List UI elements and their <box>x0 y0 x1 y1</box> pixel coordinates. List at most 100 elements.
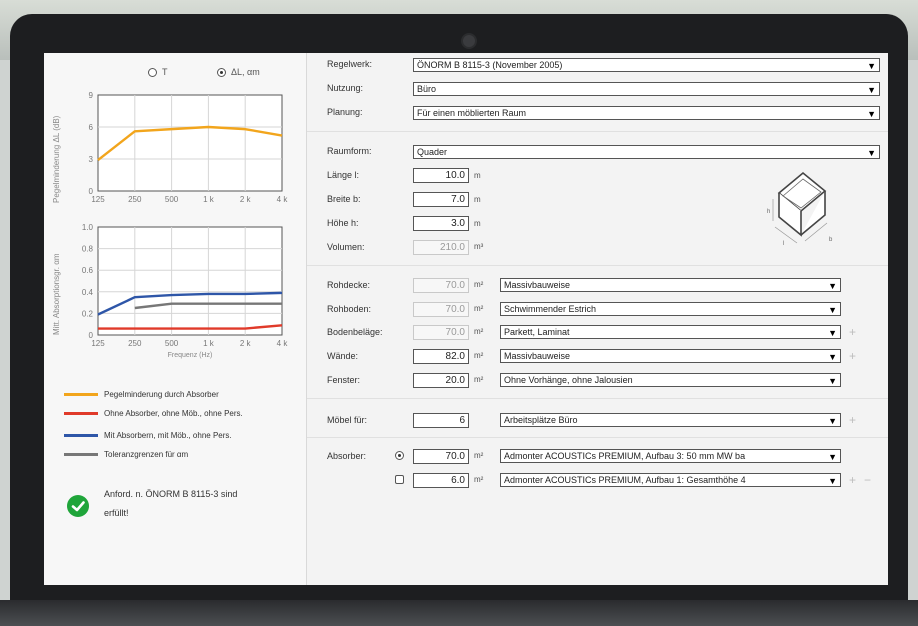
radio-t[interactable] <box>148 68 157 77</box>
absorber2-select[interactable]: Admonter ACOUSTICs PREMIUM, Aufbau 1: Ge… <box>500 473 841 487</box>
bodenbelag-select[interactable]: Parkett, Laminat ▼ <box>500 325 841 339</box>
chevron-down-icon: ▼ <box>828 281 837 291</box>
absorber1-select[interactable]: Admonter ACOUSTICs PREMIUM, Aufbau 3: 50… <box>500 449 841 463</box>
waende-select[interactable]: Massivbauweise ▼ <box>500 349 841 363</box>
rohboden-select[interactable]: Schwimmender Estrich ▼ <box>500 302 841 316</box>
add-bodenbelag-button[interactable]: + <box>849 326 856 338</box>
absorber1-radio[interactable] <box>395 451 404 460</box>
legend-label-orange: Pegelminderung durch Absorber <box>104 390 219 399</box>
rohdecke-select[interactable]: Massivbauweise ▼ <box>500 278 841 292</box>
nutzung-select[interactable]: Büro ▼ <box>413 82 880 96</box>
left-panel: T ΔL, αm Pegelminderung ΔL (dB) Mitt. Ab… <box>44 53 307 585</box>
y-tick-label: 0.6 <box>82 266 94 275</box>
y-tick-label: 9 <box>89 91 94 100</box>
chevron-down-icon: ▼ <box>867 61 876 71</box>
x-tick-label: 250 <box>128 339 142 348</box>
moebel-input[interactable]: 6 <box>413 413 469 428</box>
chevron-down-icon: ▼ <box>828 352 837 362</box>
bodenbelag-select-value: Parkett, Laminat <box>504 327 570 337</box>
rohdecke-area: 70.0 <box>413 278 469 293</box>
add-waende-button[interactable]: + <box>849 350 856 362</box>
rohdecke-unit: m² <box>474 280 484 289</box>
chevron-down-icon: ▼ <box>828 305 837 315</box>
chevron-down-icon: ▼ <box>867 85 876 95</box>
moebel-select-value: Arbeitsplätze Büro <box>504 415 578 425</box>
legend-swatch-blue <box>64 434 98 437</box>
divider <box>307 437 888 438</box>
laptop-bottom-edge <box>0 600 918 626</box>
chart-absorption: 125 250 500 1 k 2 k 4 k 0 0.2 0.4 0.6 0.8 1.0 Freque… <box>82 223 289 359</box>
absorber1-area-input[interactable]: 70.0 <box>413 449 469 464</box>
y-tick-label: 0.4 <box>82 288 94 297</box>
planung-select[interactable]: Für einen möblierten Raum ▼ <box>413 106 880 120</box>
bodenbelag-label: Bodenbeläge: <box>327 327 383 337</box>
volumen-unit: m³ <box>474 242 484 251</box>
chart-level-reduction: 125 250 500 1 k 2 k 4 k 0 3 6 9 <box>89 91 289 204</box>
regelwerk-value: ÖNORM B 8115-3 (November 2005) <box>417 60 563 70</box>
raumform-label: Raumform: <box>327 146 372 156</box>
breite-unit: m <box>474 195 481 204</box>
waende-select-value: Massivbauweise <box>504 351 571 361</box>
waende-unit: m² <box>474 351 484 360</box>
x-tick-label: 4 k <box>277 339 289 348</box>
y-tick-label: 0 <box>89 187 94 196</box>
rohboden-label: Rohboden: <box>327 304 372 314</box>
nutzung-label: Nutzung: <box>327 83 364 93</box>
rohboden-unit: m² <box>474 304 484 313</box>
legend-label-gray: Toleranzgrenzen für αm <box>104 450 189 459</box>
legend-swatch-orange <box>64 393 98 396</box>
fenster-input[interactable]: 20.0 <box>413 373 469 388</box>
planung-value: Für einen möblierten Raum <box>417 108 527 118</box>
add-absorber-button[interactable]: + <box>849 474 856 486</box>
chevron-down-icon: ▼ <box>828 416 837 426</box>
plot-area <box>97 226 283 336</box>
nutzung-value: Büro <box>417 84 437 94</box>
waende-input[interactable]: 82.0 <box>413 349 469 364</box>
y-tick-label: 6 <box>89 123 94 132</box>
remove-absorber-button[interactable]: − <box>864 474 871 486</box>
absorber2-select-value: Admonter ACOUSTICs PREMIUM, Aufbau 1: Ge… <box>504 475 746 485</box>
breite-input[interactable]: 7.0 <box>413 192 469 207</box>
legend-swatch-gray <box>64 453 98 456</box>
x-tick-label: 125 <box>91 195 105 204</box>
absorber2-checkbox[interactable] <box>395 475 404 484</box>
moebel-select[interactable]: Arbeitsplätze Büro ▼ <box>500 413 841 427</box>
radio-t-label: T <box>162 67 168 77</box>
chart1-ylabel: Pegelminderung ΔL (dB) <box>52 115 61 203</box>
divider <box>307 398 888 399</box>
bodenbelag-unit: m² <box>474 327 484 336</box>
raumform-select[interactable]: Quader ▼ <box>413 145 880 159</box>
y-tick-label: 0.2 <box>82 309 94 318</box>
x-tick-label: 2 k <box>240 195 252 204</box>
breite-label: Breite b: <box>327 194 361 204</box>
add-moebel-button[interactable]: + <box>849 414 856 426</box>
rohdecke-select-value: Massivbauweise <box>504 280 571 290</box>
chevron-down-icon: ▼ <box>828 376 837 386</box>
absorber2-area-input[interactable]: 6.0 <box>413 473 469 488</box>
radio-dl[interactable] <box>217 68 226 77</box>
form-panel: Regelwerk: ÖNORM B 8115-3 (November 2005… <box>307 53 888 585</box>
legend-swatch-red <box>64 412 98 415</box>
x-axis-label: Frequenz (Hz) <box>168 352 213 359</box>
laenge-label: Länge l: <box>327 170 360 180</box>
hoehe-input[interactable]: 3.0 <box>413 216 469 231</box>
absorber1-select-value: Admonter ACOUSTICs PREMIUM, Aufbau 3: 50… <box>504 451 746 461</box>
regelwerk-select[interactable]: ÖNORM B 8115-3 (November 2005) ▼ <box>413 58 880 72</box>
fenster-select[interactable]: Ohne Vorhänge, ohne Jalousien ▼ <box>500 373 841 387</box>
raumform-value: Quader <box>417 147 448 157</box>
chevron-down-icon: ▼ <box>828 452 837 462</box>
x-tick-label: 1 k <box>203 339 215 348</box>
fenster-unit: m² <box>474 375 484 384</box>
app-screen: T ΔL, αm Pegelminderung ΔL (dB) Mitt. Ab… <box>44 53 888 585</box>
dim-b-label: b <box>829 237 833 243</box>
x-tick-label: 250 <box>128 195 142 204</box>
x-tick-label: 1 k <box>203 195 215 204</box>
absorber-label: Absorber: <box>327 451 367 461</box>
rohboden-select-value: Schwimmender Estrich <box>504 304 597 314</box>
laenge-input[interactable]: 10.0 <box>413 168 469 183</box>
x-tick-label: 4 k <box>277 195 289 204</box>
legend-label-red: Ohne Absorber, ohne Möb., ohne Pers. <box>104 409 243 418</box>
x-tick-label: 500 <box>165 195 179 204</box>
radio-dl-label: ΔL, αm <box>231 67 260 77</box>
absorber1-unit: m² <box>474 451 484 460</box>
